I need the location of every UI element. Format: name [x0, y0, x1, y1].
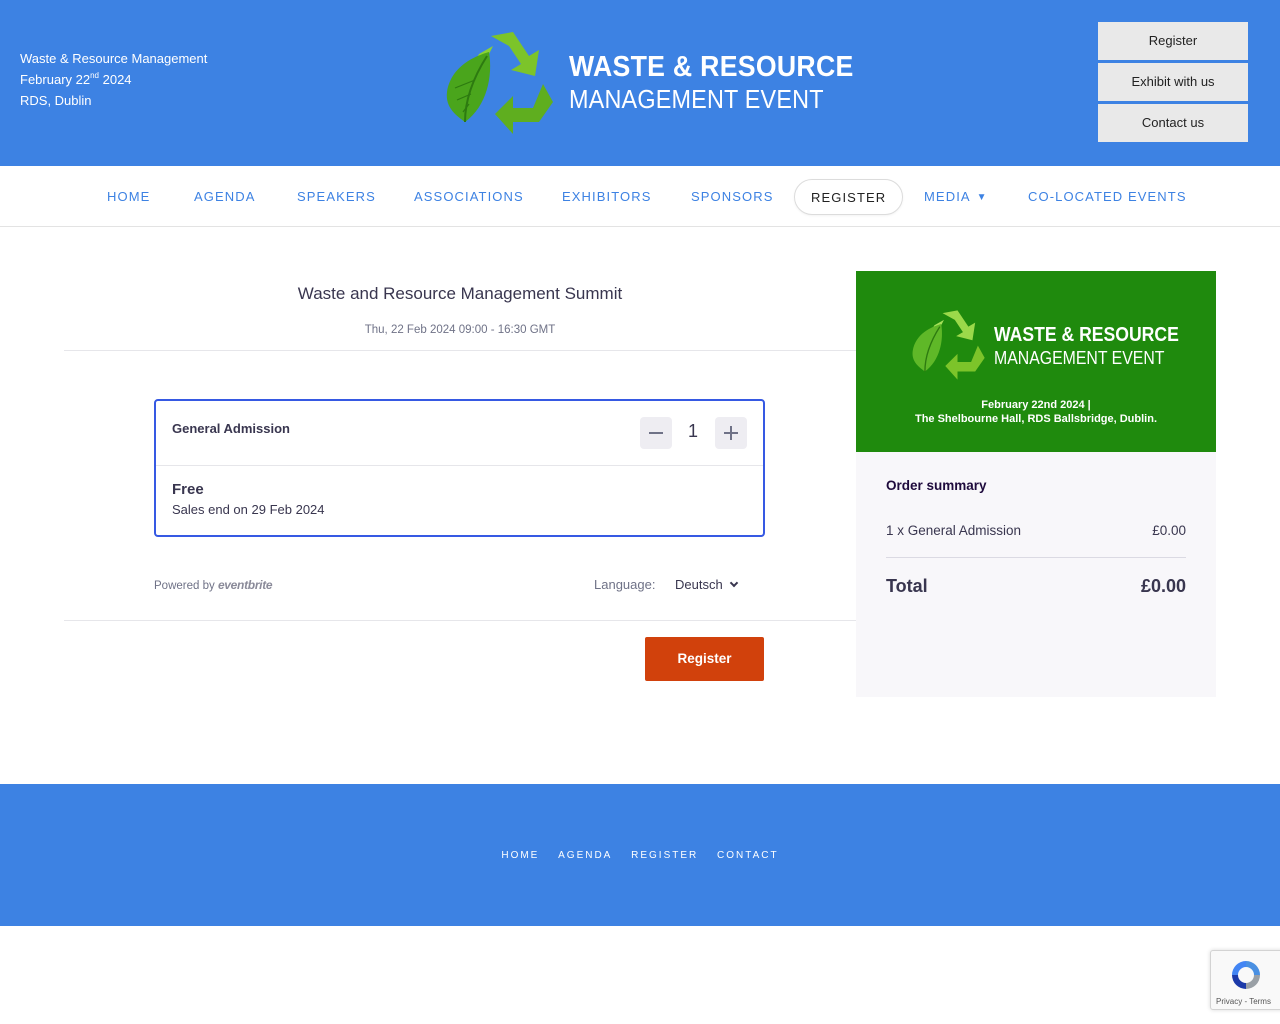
recaptcha-links[interactable]: Privacy - Terms	[1216, 997, 1271, 1006]
ticket-sales-end: Sales end on 29 Feb 2024	[172, 502, 325, 517]
checkout-widget: Waste and Resource Management Summit Thu…	[64, 271, 856, 697]
nav-item-media[interactable]: MEDIA ▼	[924, 179, 988, 215]
main-nav: HOME AGENDA SPEAKERS ASSOCIATIONS EXHIBI…	[0, 166, 1280, 227]
nav-item-speakers[interactable]: SPEAKERS	[297, 179, 376, 215]
nav-item-agenda[interactable]: AGENDA	[194, 179, 256, 215]
footer-link-home[interactable]: HOME	[501, 850, 539, 861]
order-line-item: 1 x General Admission	[886, 523, 1022, 538]
recycle-leaf-logo-icon	[446, 32, 553, 134]
header-register-button[interactable]: Register	[1098, 22, 1248, 60]
footer-link-agenda[interactable]: AGENDA	[558, 850, 612, 861]
ticket-card: General Admission 1 Free Sales end on 29…	[154, 399, 765, 537]
event-title: Waste and Resource Management Summit	[297, 284, 623, 303]
footer-nav: HOME AGENDA REGISTER CONTACT	[0, 850, 1280, 861]
recycle-leaf-logo-icon	[912, 310, 985, 380]
event-datetime: Thu, 22 Feb 2024 09:00 - 16:30 GMT	[364, 324, 556, 336]
recaptcha-icon	[1232, 961, 1260, 989]
nav-item-associations[interactable]: ASSOCIATIONS	[414, 179, 524, 215]
banner-title-line1: WASTE & RESOURCE	[994, 324, 1179, 346]
event-venue: RDS, Dublin	[20, 93, 92, 108]
language-label: Language:	[594, 577, 656, 592]
banner-date: February 22nd 2024 |	[981, 399, 1091, 411]
divider	[64, 350, 856, 351]
ticket-price: Free	[172, 481, 204, 498]
logo-title-line1: WASTE & RESOURCE	[569, 51, 854, 83]
chevron-down-icon	[729, 578, 738, 588]
ticket-divider	[156, 465, 763, 466]
event-banner-image: WASTE & RESOURCE MANAGEMENT EVENT Februa…	[856, 271, 1216, 452]
divider	[64, 620, 856, 621]
nav-item-exhibitors[interactable]: EXHIBITORS	[562, 179, 652, 215]
recaptcha-badge[interactable]: Privacy - Terms	[1210, 950, 1280, 1010]
header-exhibit-button[interactable]: Exhibit with us	[1098, 63, 1248, 101]
nav-item-sponsors[interactable]: SPONSORS	[691, 179, 773, 215]
language-select[interactable]: Deutsch	[675, 577, 738, 592]
quantity-increase-button[interactable]	[715, 417, 747, 449]
logo-title-line2: MANAGEMENT EVENT	[569, 84, 824, 114]
header-contact-button[interactable]: Contact us	[1098, 104, 1248, 142]
powered-by-eventbrite[interactable]: Powered by eventbrite	[154, 578, 273, 592]
language-select-value: Deutsch	[675, 577, 723, 592]
footer-link-register[interactable]: REGISTER	[631, 850, 698, 861]
quantity-decrease-button[interactable]	[640, 417, 672, 449]
event-info: Waste & Resource Management February 22n…	[20, 48, 207, 111]
top-header: Waste & Resource Management February 22n…	[0, 0, 1280, 166]
minus-icon	[649, 432, 663, 434]
register-button[interactable]: Register	[645, 637, 764, 681]
event-name: Waste & Resource Management	[20, 51, 208, 66]
event-date: February 22nd 2024	[20, 71, 132, 88]
summary-divider	[886, 557, 1186, 558]
chevron-down-icon: ▼	[976, 192, 988, 203]
footer: HOME AGENDA REGISTER CONTACT	[0, 784, 1280, 926]
banner-venue: The Shelbourne Hall, RDS Ballsbridge, Du…	[914, 413, 1158, 425]
order-summary-title: Order summary	[886, 478, 987, 493]
order-summary-panel: WASTE & RESOURCE MANAGEMENT EVENT Februa…	[856, 271, 1216, 697]
total-label: Total	[886, 576, 928, 596]
header-buttons: Register Exhibit with us Contact us	[1098, 22, 1248, 145]
banner-title-line2: MANAGEMENT EVENT	[994, 348, 1165, 368]
eventbrite-logo: eventbrite	[217, 578, 273, 592]
nav-item-register[interactable]: REGISTER	[794, 179, 904, 215]
nav-item-home[interactable]: HOME	[107, 179, 150, 215]
ticket-name: General Admission	[172, 421, 290, 436]
total-value: £0.00	[1140, 576, 1186, 596]
footer-link-contact[interactable]: CONTACT	[717, 850, 779, 861]
nav-item-co-located-events[interactable]: CO-LOCATED EVENTS	[1028, 179, 1187, 215]
nav-item-media-label: MEDIA	[924, 189, 971, 204]
quantity-value: 1	[687, 421, 698, 441]
order-line-price: £0.00	[1152, 523, 1186, 538]
site-logo[interactable]: WASTE & RESOURCE MANAGEMENT EVENT	[443, 30, 853, 136]
